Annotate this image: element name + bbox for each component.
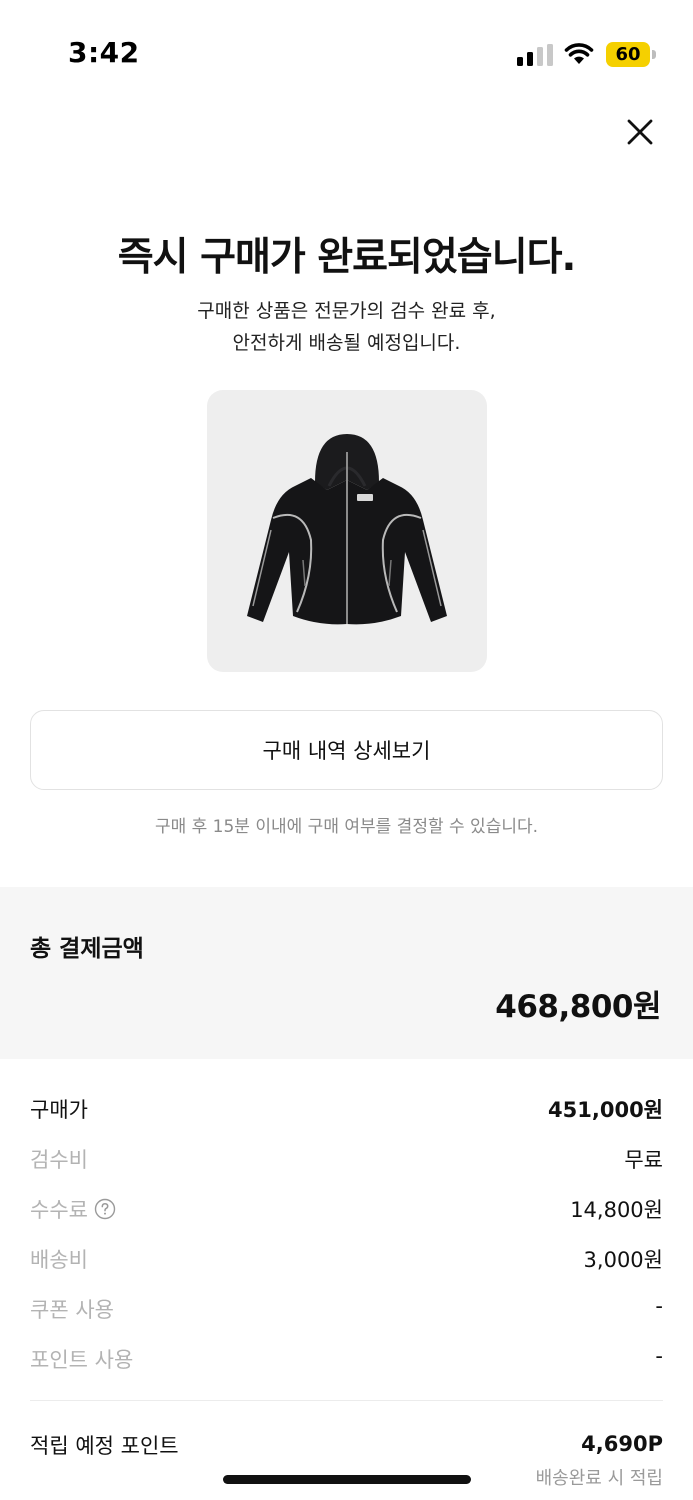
commission-label: 수수료 [30,1198,88,1222]
expected-points-label: 적립 예정 포인트 [30,1434,179,1458]
subtitle-line-2: 안전하게 배송될 예정입니다. [232,332,461,354]
coupon-row: 쿠폰 사용 - [30,1284,663,1334]
point-usage-label: 포인트 사용 [30,1348,134,1372]
payment-breakdown: 구매가 451,000원 검수비 무료 수수료 14,800원 배송비 3,00… [30,1084,663,1384]
page-title: 즉시 구매가 완료되었습니다. [117,235,577,280]
total-payment-label: 총 결제금액 [30,936,144,962]
inspection-fee-row: 검수비 무료 [30,1134,663,1184]
divider [30,1400,663,1401]
shipping-fee-label: 배송비 [30,1248,88,1272]
shipping-fee-value: 3,000원 [583,1248,663,1272]
commission-value: 14,800원 [570,1198,663,1222]
total-payment-section: 총 결제금액 468,800원 [0,887,693,1059]
expected-points-note: 배송완료 시 적립 [535,1468,663,1489]
point-usage-row: 포인트 사용 - [30,1334,663,1384]
wifi-icon [564,43,594,64]
question-circle-icon[interactable] [94,1198,116,1220]
status-time: 3:42 [68,36,140,69]
battery-percent: 60 [615,44,641,65]
purchase-detail-button[interactable]: 구매 내역 상세보기 [30,710,663,790]
home-indicator[interactable] [223,1475,471,1484]
purchase-price-value: 451,000원 [548,1098,663,1122]
cellular-signal-icon [517,44,553,66]
battery-cap [652,50,656,59]
point-usage-value: - [655,1344,663,1368]
jacket-image [247,434,447,625]
commission-label-group: 수수료 [30,1194,116,1224]
expected-points-value: 4,690P [581,1432,663,1456]
shipping-fee-row: 배송비 3,000원 [30,1234,663,1284]
inspection-fee-value: 무료 [624,1148,663,1172]
subtitle-line-1: 구매한 상품은 전문가의 검수 완료 후, [197,300,496,322]
inspection-fee-label: 검수비 [30,1148,88,1172]
coupon-label: 쿠폰 사용 [30,1298,114,1322]
status-bar: 3:42 60 [0,0,693,100]
battery-icon: 60 [606,42,656,67]
page-subtitle: 구매한 상품은 전문가의 검수 완료 후, 안전하게 배송될 예정입니다. [0,295,693,359]
product-image [207,390,487,672]
close-icon[interactable] [620,112,660,152]
commission-row: 수수료 14,800원 [30,1184,663,1234]
purchase-price-row: 구매가 451,000원 [30,1084,663,1134]
coupon-value: - [655,1294,663,1318]
purchase-price-label: 구매가 [30,1098,88,1122]
total-payment-amount: 468,800원 [495,989,661,1025]
decision-notice: 구매 후 15분 이내에 구매 여부를 결정할 수 있습니다. [154,817,539,837]
